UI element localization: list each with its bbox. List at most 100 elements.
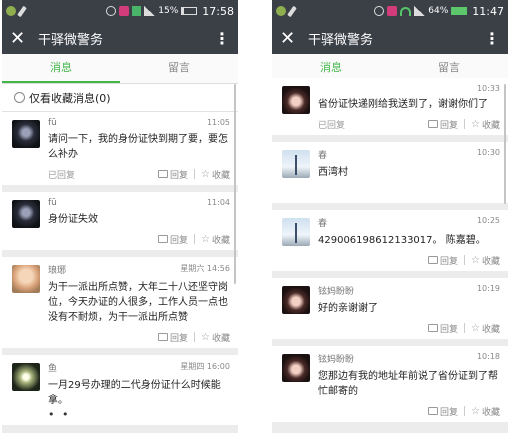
replied-status: 已回复 [48,170,76,181]
scrollbar[interactable] [504,84,506,204]
pen-icon [287,5,297,17]
message-list: fū 11:05 请问一下，我的身份证快到期了要，要怎么补办 已回复 回复 ☆ 收藏… [2,112,238,425]
message-text: 为干一派出所点赞，大年二十八还坚守岗位，今天办证的人很多，工作人员一点也没有不耐… [48,282,228,323]
avatar[interactable] [12,265,40,293]
scrollbar[interactable] [234,84,236,284]
sender-name: fū [48,118,57,128]
app-title: 干驿微警务 [38,32,104,48]
favorite-label: 收藏 [211,170,230,181]
reply-icon [428,120,438,128]
message-time: 11:04 [206,198,230,207]
message-item[interactable]: 铉妈盼盼 10:19 好的亲谢谢了 回复 ☆ 收藏 [272,278,508,339]
star-icon: ☆ [471,254,480,266]
avatar[interactable] [282,150,310,178]
favorite-button[interactable]: ☆ 收藏 [471,405,500,418]
reply-label: 回复 [170,170,189,181]
divider [464,323,466,333]
message-text: 身份证失效 [48,214,98,225]
reply-button[interactable]: 回复 [428,322,458,335]
alarm-icon [106,6,117,16]
replied-status: 已回复 [318,120,346,131]
reply-icon [428,407,438,415]
battery-percent: 64% [428,6,449,16]
status-bar: 15% 17:58 [2,0,238,22]
tab-messages[interactable]: 消息 [2,54,120,83]
message-item[interactable]: fū 11:05 请问一下，我的身份证快到期了要，要怎么补办 已回复 回复 ☆ 收藏 [2,112,238,185]
sender-name: 琅琊 [48,266,67,276]
message-text: 您那边有我的地址年前说了省份证到了帮忙邮寄的 [318,371,498,397]
more-menu-icon[interactable]: ⋮ [484,29,500,48]
notification-icon [387,6,398,16]
reply-button[interactable]: 回复 [428,254,458,267]
sender-name: 铉妈盼盼 [318,287,355,297]
favorite-label: 收藏 [211,235,230,246]
divider [464,406,466,416]
avatar[interactable] [282,218,310,246]
favorite-button[interactable]: ☆ 收藏 [471,118,500,131]
reply-button[interactable]: 回复 [158,168,188,181]
reply-button[interactable]: 回复 [158,233,188,246]
reply-label: 回复 [440,407,459,418]
clock: 17:58 [202,4,234,18]
reply-icon [158,170,168,178]
divider [194,169,196,179]
reply-label: 回复 [440,324,459,335]
star-icon: ☆ [201,331,210,343]
message-item[interactable]: 鱼 星期四 16:00 一月29号办理的二代身份证什么时候能拿。 • • [2,355,238,425]
sender-name: 鱼 [48,364,58,374]
message-time: 10:18 [476,352,500,361]
reply-label: 回复 [170,235,189,246]
clock: 11:47 [472,4,504,18]
avatar[interactable] [12,200,40,228]
star-icon: ☆ [201,168,210,180]
message-item[interactable]: 春 10:30 西湾村 [272,142,508,203]
battery-percent: 15% [158,6,179,16]
message-item[interactable]: 春 10:25 429006198612133017。 陈嘉碧。 回复 ☆ 收藏 [272,210,508,271]
favorite-button[interactable]: ☆ 收藏 [201,168,230,181]
favorite-button[interactable]: ☆ 收藏 [201,233,230,246]
close-icon[interactable]: ✕ [10,28,32,49]
message-item[interactable]: 铉妈盼盼 10:18 您那边有我的地址年前说了省份证到了帮忙邮寄的 回复 ☆ 收藏 [272,346,508,422]
sim-icon [132,6,142,16]
message-text: 西湾村 [318,167,348,178]
message-time: 星期六 14:56 [180,264,230,273]
favorite-button[interactable]: ☆ 收藏 [471,254,500,267]
favorite-button[interactable]: ☆ 收藏 [201,331,230,344]
close-icon[interactable]: ✕ [280,28,302,49]
signal-icon [414,6,426,16]
favorites-filter[interactable]: 仅看收藏消息(0) [2,84,238,112]
message-item[interactable]: 琅琊 星期六 14:56 为干一派出所点赞，大年二十八还坚守岗位，今天办证的人很多… [2,257,238,348]
app-header: ✕ 干驿微警务 ⋮ [2,22,238,54]
tab-comments[interactable]: 留言 [120,54,238,83]
reply-label: 回复 [440,256,459,267]
notification-icon [119,6,130,16]
message-item[interactable]: fū 11:04 身份证失效 回复 ☆ 收藏 [2,192,238,250]
avatar[interactable] [282,86,310,114]
reply-button[interactable]: 回复 [158,331,188,344]
more-menu-icon[interactable]: ⋮ [214,29,230,48]
favorite-label: 收藏 [481,256,500,267]
favorite-label: 收藏 [481,120,500,131]
reply-label: 回复 [170,333,189,344]
avatar[interactable] [12,120,40,148]
divider [194,332,196,342]
avatar[interactable] [12,363,40,391]
pen-icon [17,5,27,17]
avatar[interactable] [282,354,310,382]
app-header: ✕ 干驿微警务 ⋮ [272,22,508,54]
message-list: 10:33 省份证快递刚给我送到了，谢谢你们了 已回复 回复 ☆ 收藏 春 10:3… [272,78,508,422]
alarm-icon [374,6,385,16]
message-item[interactable]: 10:33 省份证快递刚给我送到了，谢谢你们了 已回复 回复 ☆ 收藏 [272,78,508,135]
truncated-text: • • [48,408,71,421]
sender-name: fū [48,198,57,208]
reply-button[interactable]: 回复 [428,405,458,418]
favorite-button[interactable]: ☆ 收藏 [471,322,500,335]
avatar[interactable] [282,286,310,314]
reply-label: 回复 [440,120,459,131]
reply-button[interactable]: 回复 [428,118,458,131]
sender-name: 春 [318,151,328,161]
message-time: 10:25 [476,216,500,225]
favorite-label: 收藏 [481,324,500,335]
battery-icon [181,7,198,15]
radio-icon[interactable] [14,92,25,103]
